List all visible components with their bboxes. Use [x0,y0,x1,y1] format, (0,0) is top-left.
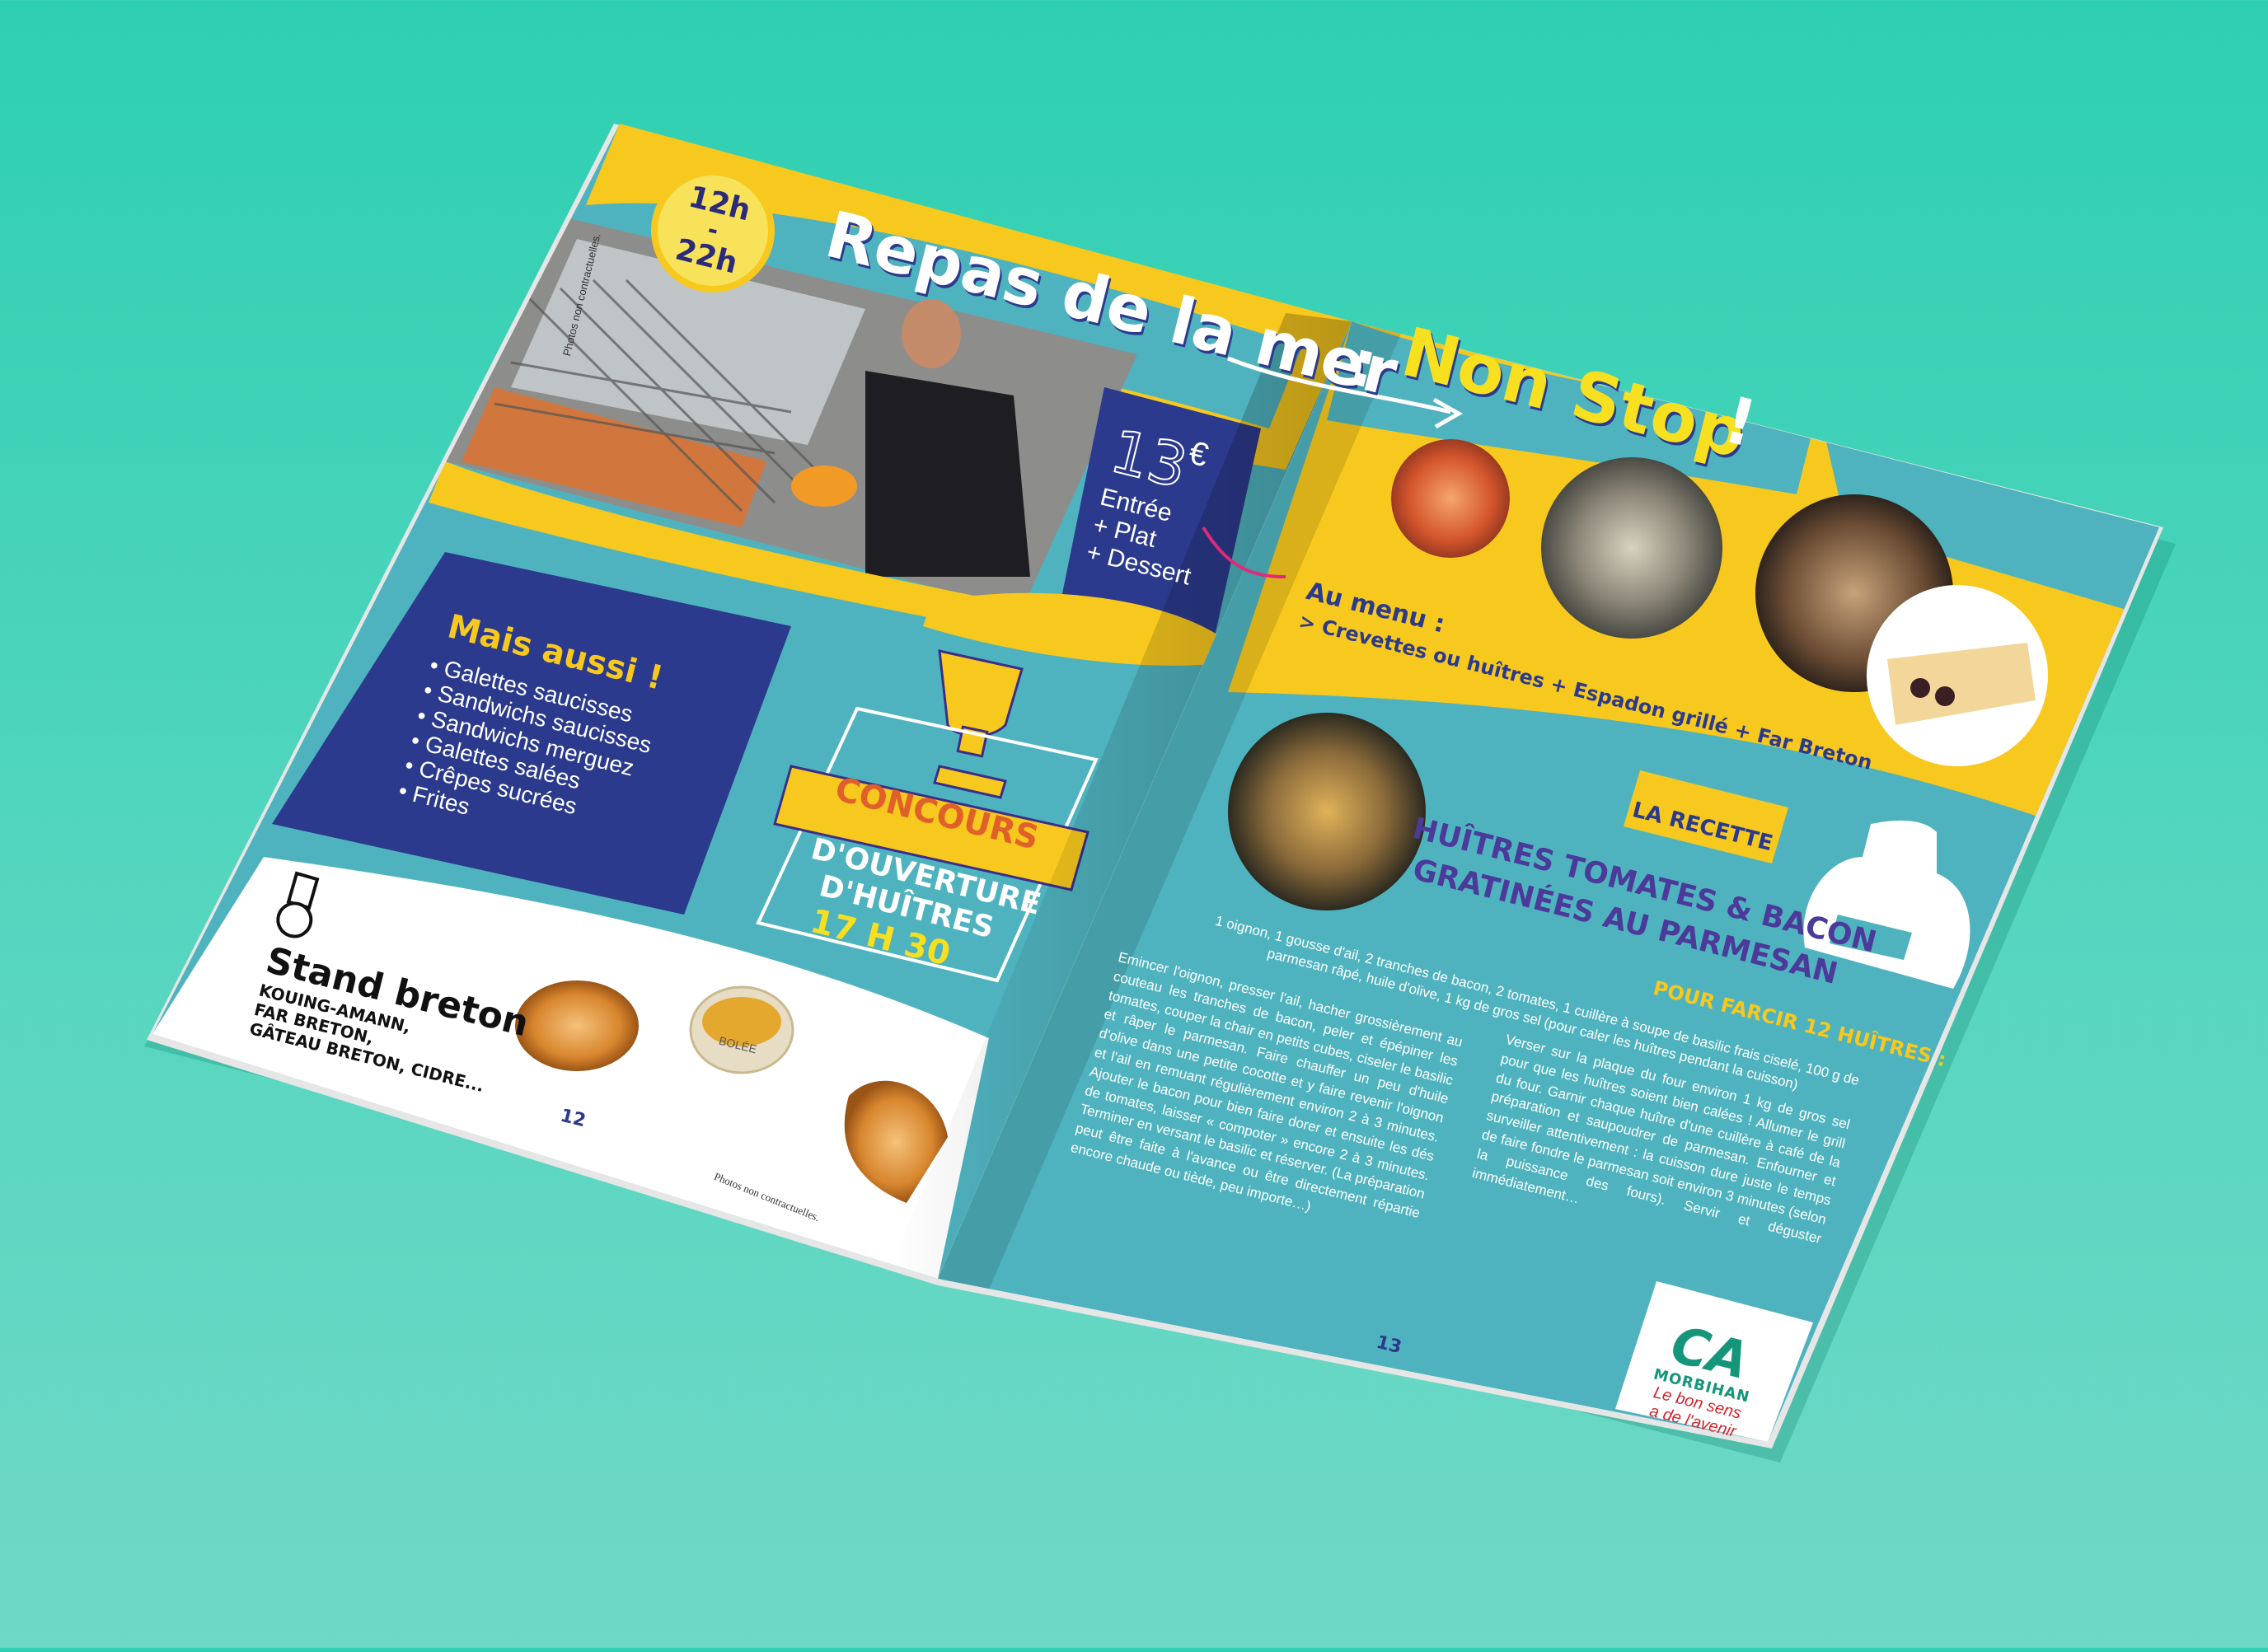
shrimp-photo [1391,439,1510,558]
magazine-spread: 12h - 22h Repas de la mer : Non Stop ! 1… [0,0,2268,1648]
gratin-photo [1228,713,1426,910]
oyster-photo [1541,457,1722,639]
kouign-amann-image [515,980,639,1071]
magazine-svg [144,124,2176,1462]
hours-close: 22h [672,232,741,281]
